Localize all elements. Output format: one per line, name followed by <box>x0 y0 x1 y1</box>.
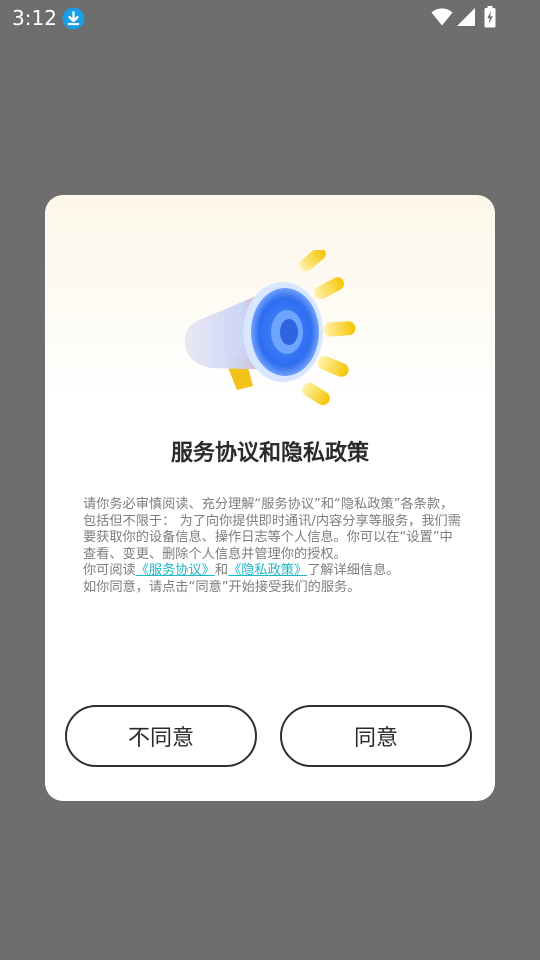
status-time: 3:12 <box>12 6 57 30</box>
status-bar: 3:12 <box>0 0 540 36</box>
battery-charging-icon <box>484 6 496 28</box>
privacy-policy-link[interactable]: 《隐私政策》 <box>228 563 307 578</box>
read-prefix: 你可阅读 <box>83 563 136 578</box>
signal-icon <box>457 8 475 26</box>
disagree-button[interactable]: 不同意 <box>65 705 257 767</box>
wifi-icon <box>431 8 453 26</box>
and-text: 和 <box>214 563 229 578</box>
privacy-dialog: 服务协议和隐私政策 请你务必审慎阅读、充分理解“服务协议”和“隐私政策”各条款，… <box>45 195 495 801</box>
consent-paragraph: 请你务必审慎阅读、充分理解“服务协议”和“隐私政策”各条款，包括但不限于： 为了… <box>83 497 461 562</box>
agree-hint-paragraph: 如你同意，请点击“同意”开始接受我们的服务。 <box>83 579 361 595</box>
download-icon <box>62 7 85 30</box>
dialog-title: 服务协议和隐私政策 <box>170 441 369 466</box>
megaphone-icon <box>184 250 356 406</box>
read-suffix: 了解详细信息。 <box>307 563 400 578</box>
service-agreement-link[interactable]: 《服务协议》 <box>136 563 215 578</box>
agree-button[interactable]: 同意 <box>280 705 472 767</box>
read-links-paragraph: 你可阅读《服务协议》和《隐私政策》了解详细信息。 <box>83 563 463 580</box>
dialog-body: 请你务必审慎阅读、充分理解“服务协议”和“隐私政策”各条款，包括但不限于： 为了… <box>83 497 463 596</box>
